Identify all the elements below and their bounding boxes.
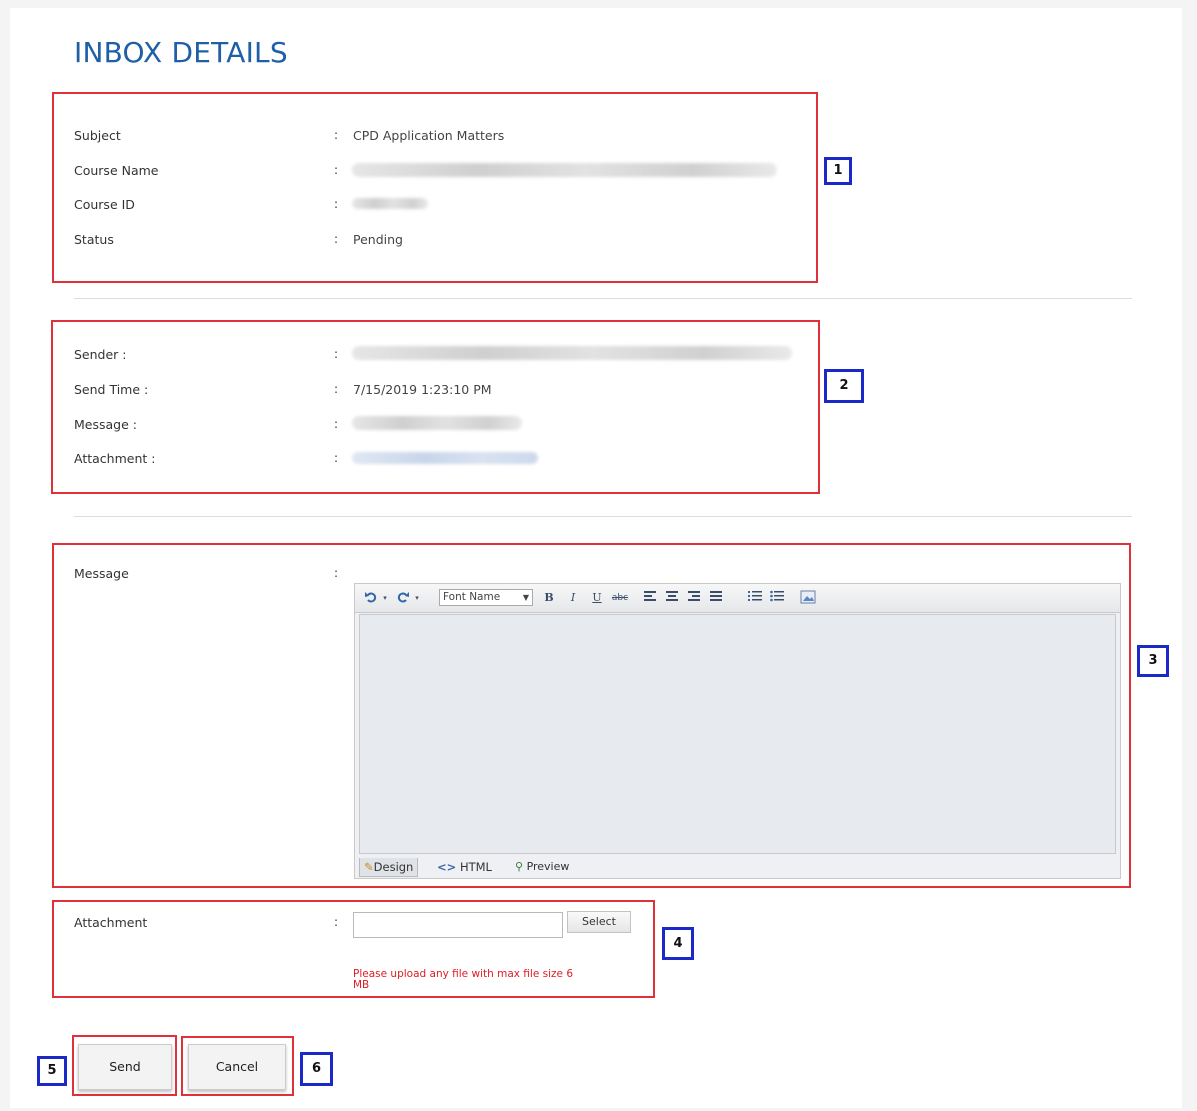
annotation-4: 4: [662, 927, 694, 960]
tab-preview-label: Preview: [526, 860, 570, 873]
italic-button[interactable]: I: [565, 590, 581, 606]
status-label: Status: [74, 232, 114, 247]
editor-mode-tabs: ✎Design <> HTML ⚲ Preview: [359, 856, 589, 877]
tab-design[interactable]: ✎Design: [359, 858, 419, 877]
annotation-6: 6: [300, 1052, 333, 1086]
course-name-colon: :: [334, 163, 339, 177]
course-id-label: Course ID: [74, 197, 135, 212]
code-icon: <>: [437, 860, 457, 874]
sender-attachment-label: Attachment :: [74, 451, 156, 466]
reply-message-label: Message: [74, 566, 129, 581]
status-colon: :: [334, 232, 339, 246]
annotation-2: 2: [824, 369, 864, 403]
sender-attachment-colon: :: [334, 451, 339, 465]
sender-attachment-link-redacted[interactable]: [352, 452, 538, 464]
sender-message-value-redacted: [352, 416, 522, 430]
upload-size-note: Please upload any file with max file siz…: [353, 968, 574, 991]
annotation-3: 3: [1137, 645, 1169, 677]
sender-message-colon: :: [334, 417, 339, 431]
tab-design-label: Design: [373, 860, 414, 874]
sender-colon: :: [334, 347, 339, 361]
tab-html[interactable]: <> HTML: [437, 858, 492, 876]
sender-label: Sender :: [74, 347, 127, 362]
ordered-list-icon[interactable]: [747, 590, 763, 606]
reply-message-colon: :: [334, 566, 339, 580]
pencil-icon: ✎: [364, 860, 374, 874]
subject-label: Subject: [74, 128, 121, 143]
sender-value-redacted: [352, 346, 792, 360]
align-center-icon[interactable]: [665, 590, 679, 606]
redo-icon[interactable]: [395, 590, 411, 606]
tab-html-label: HTML: [459, 860, 492, 874]
file-path-input[interactable]: [353, 912, 563, 938]
send-button[interactable]: Send: [78, 1044, 172, 1090]
font-name-value: Font Name: [443, 591, 501, 603]
subject-value: CPD Application Matters: [353, 128, 505, 143]
send-time-colon: :: [334, 382, 339, 396]
annotation-1: 1: [824, 157, 852, 185]
course-id-value-redacted: [352, 198, 428, 209]
insert-image-icon[interactable]: [799, 590, 817, 606]
send-time-label: Send Time :: [74, 382, 149, 397]
redo-dropdown-icon[interactable]: ▾: [413, 590, 421, 606]
bold-button[interactable]: B: [541, 590, 557, 606]
align-left-icon[interactable]: [643, 590, 657, 606]
subject-colon: :: [334, 128, 339, 142]
message-editor-area[interactable]: [359, 614, 1116, 854]
divider-2: [74, 516, 1132, 517]
annotation-5: 5: [37, 1056, 67, 1086]
course-id-colon: :: [334, 197, 339, 211]
align-right-icon[interactable]: [687, 590, 701, 606]
cancel-button[interactable]: Cancel: [188, 1044, 286, 1090]
course-name-label: Course Name: [74, 163, 159, 178]
page-title: INBOX DETAILS: [74, 36, 288, 69]
unordered-list-icon[interactable]: [769, 590, 785, 606]
course-name-value-redacted: [352, 163, 777, 177]
reply-attachment-colon: :: [334, 915, 339, 929]
tab-preview[interactable]: ⚲ Preview: [515, 858, 569, 876]
highlight-box-details: [52, 92, 818, 283]
rich-text-editor: ▾ ▾ Font Name ▼ B I U abc ✎Design <> HTM…: [354, 583, 1121, 879]
font-name-select[interactable]: Font Name ▼: [439, 589, 533, 606]
send-time-value: 7/15/2019 1:23:10 PM: [353, 382, 492, 397]
undo-dropdown-icon[interactable]: ▾: [381, 590, 389, 606]
underline-button[interactable]: U: [589, 590, 605, 606]
magnifier-icon: ⚲: [515, 860, 524, 873]
sender-message-label: Message :: [74, 417, 137, 432]
chevron-down-icon: ▼: [522, 593, 529, 602]
align-justify-icon[interactable]: [709, 590, 723, 606]
reply-attachment-label: Attachment: [74, 915, 148, 930]
editor-toolbar: ▾ ▾ Font Name ▼ B I U abc: [355, 584, 1120, 613]
status-value: Pending: [353, 232, 403, 247]
strikethrough-button[interactable]: abc: [609, 590, 631, 606]
undo-icon[interactable]: [363, 590, 379, 606]
select-file-button[interactable]: Select: [567, 911, 631, 933]
divider-1: [74, 298, 1132, 299]
